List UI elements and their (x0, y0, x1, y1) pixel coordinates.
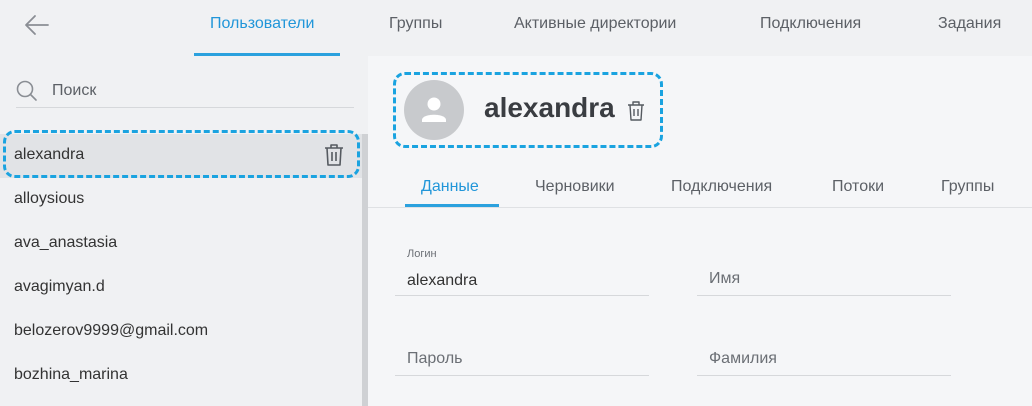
tab-streams[interactable]: Потоки (832, 178, 884, 196)
profile-tabs: Данные Черновики Подключения Потоки Груп… (368, 162, 1032, 208)
trash-icon (325, 144, 343, 166)
active-subtab-indicator (405, 204, 499, 207)
surname-field[interactable]: Фамилия (697, 328, 951, 376)
page-title: alexandra (484, 92, 615, 123)
tab-connections[interactable]: Подключения (760, 15, 861, 33)
user-list-item[interactable]: avagimyan.d (0, 266, 362, 310)
user-avatar-icon (422, 97, 446, 122)
tab-profile-connections[interactable]: Подключения (671, 178, 772, 196)
search-icon (16, 80, 37, 101)
login-label: Логин (407, 248, 437, 260)
user-list-panel: alexandra alloysious ava_anastasia avagi… (0, 56, 368, 406)
user-list-item[interactable]: alloysious (0, 178, 362, 222)
tab-active-directories[interactable]: Активные директории (514, 15, 676, 33)
arrow-left-icon (25, 15, 49, 35)
search-input[interactable] (52, 78, 332, 104)
tab-drafts[interactable]: Черновики (535, 178, 615, 196)
user-name: belozerov9999@gmail.com (14, 322, 209, 339)
user-list-item[interactable]: bozhina_marina (0, 354, 362, 398)
user-name: alexandra (14, 146, 85, 163)
tab-data[interactable]: Данные (421, 178, 479, 196)
top-navigation: Пользователи Группы Активные директории … (0, 0, 1032, 56)
surname-placeholder: Фамилия (709, 350, 777, 367)
delete-user-header-button[interactable] (626, 100, 646, 122)
tab-tasks[interactable]: Задания (938, 15, 1001, 33)
user-name: bozhina_marina (14, 366, 128, 383)
user-name: avagimyan.d (14, 278, 105, 295)
password-field[interactable]: Пароль (395, 328, 649, 376)
user-detail-panel: alexandra Данные Черновики Подключения П… (368, 56, 1032, 406)
tab-groups[interactable]: Группы (389, 15, 442, 33)
user-name: ava_anastasia (14, 234, 118, 251)
name-placeholder: Имя (709, 270, 741, 287)
avatar (404, 80, 464, 140)
user-list-item[interactable]: alexandra (0, 134, 362, 178)
tab-profile-groups[interactable]: Группы (941, 178, 994, 196)
password-placeholder: Пароль (407, 350, 463, 367)
user-list-item[interactable]: belozerov9999@gmail.com (0, 310, 362, 354)
login-value: alexandra (407, 272, 478, 289)
name-field[interactable]: Имя (697, 248, 951, 296)
login-field[interactable]: Логин alexandra (395, 248, 649, 296)
user-list-item[interactable]: ava_anastasia (0, 222, 362, 266)
tab-users[interactable]: Пользователи (210, 15, 314, 33)
trash-icon (628, 101, 644, 121)
search-box (16, 74, 354, 108)
user-name: alloysious (14, 190, 85, 207)
delete-user-button[interactable] (322, 142, 346, 168)
back-button[interactable] (22, 10, 52, 40)
